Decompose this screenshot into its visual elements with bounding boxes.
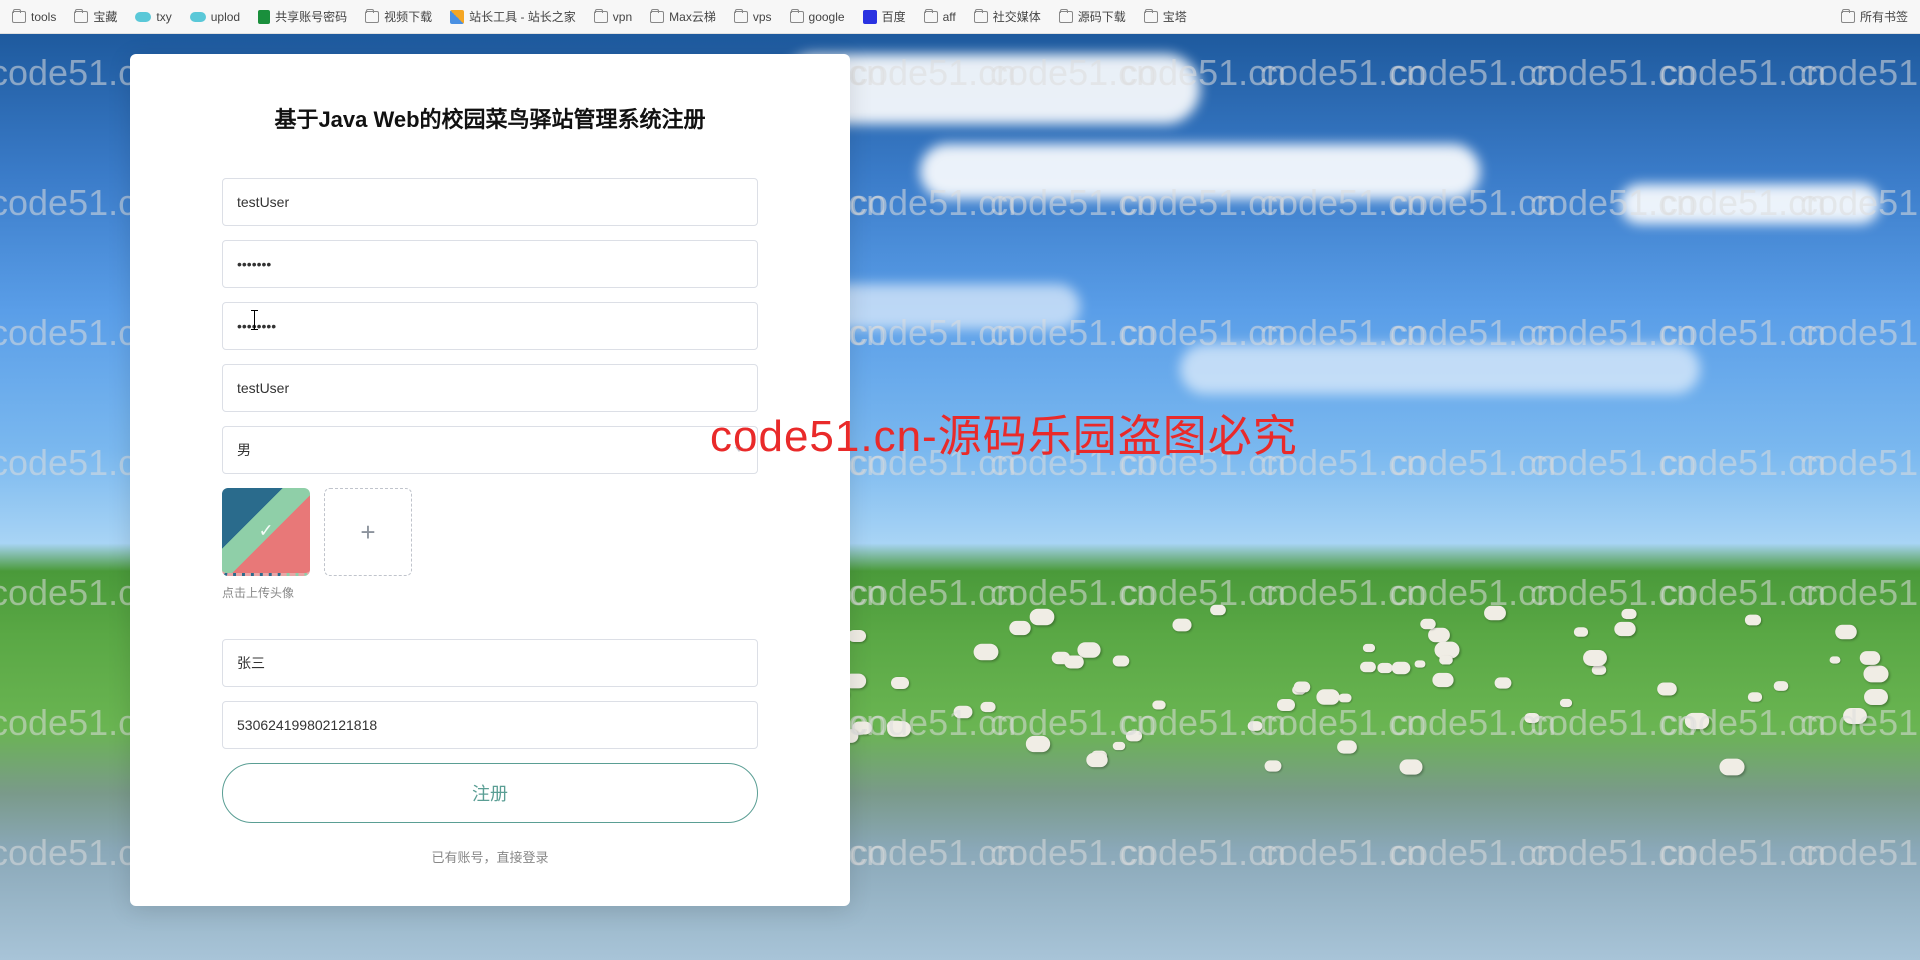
bookmark-bar: tools 宝藏 txy uplod 共享账号密码 视频下载 站长工具 - 站长… [0, 0, 1920, 34]
bookmark-label: tools [31, 10, 56, 24]
register-button[interactable]: 注册 [222, 763, 758, 823]
idcard-input[interactable] [222, 701, 758, 749]
doc-icon [258, 10, 270, 24]
folder-icon [74, 11, 88, 23]
bookmark-label: 所有书签 [1860, 8, 1908, 25]
bookmark-label: 源码下载 [1078, 8, 1126, 25]
avatar-upload-row: + [222, 488, 758, 576]
bookmark-label: aff [943, 10, 956, 24]
register-form: 基于Java Web的校园菜鸟驿站管理系统注册 男 + 点击上传头像 注册 已有… [130, 54, 850, 906]
bookmark-aff[interactable]: aff [924, 10, 956, 24]
bookmark-baozang[interactable]: 宝藏 [74, 8, 117, 25]
bookmark-label: txy [156, 10, 171, 24]
form-title: 基于Java Web的校园菜鸟驿站管理系统注册 [222, 102, 758, 134]
site-icon [450, 10, 464, 24]
bookmark-social[interactable]: 社交媒体 [974, 8, 1041, 25]
avatar-add-button[interactable]: + [324, 488, 412, 576]
password-input[interactable] [222, 240, 758, 288]
gender-select[interactable]: 男 [222, 426, 758, 474]
text-cursor-icon [254, 310, 255, 330]
plus-icon: + [360, 517, 375, 548]
bookmark-zhanzhang[interactable]: 站长工具 - 站长之家 [450, 8, 576, 25]
bookmark-txy[interactable]: txy [135, 10, 171, 24]
folder-icon [12, 11, 26, 23]
login-link[interactable]: 已有账号，直接登录 [222, 847, 758, 866]
cloud-icon [190, 12, 206, 22]
bookmark-label: google [809, 10, 845, 24]
bookmark-google[interactable]: google [790, 10, 845, 24]
folder-icon [594, 11, 608, 23]
bookmark-vpn[interactable]: vpn [594, 10, 632, 24]
bookmark-label: Max云梯 [669, 8, 716, 25]
bookmark-label: uplod [211, 10, 240, 24]
bookmark-label: 视频下载 [384, 8, 432, 25]
bookmark-label: vps [753, 10, 772, 24]
bookmark-label: 百度 [882, 8, 906, 25]
bookmark-label: 共享账号密码 [275, 8, 347, 25]
username-input[interactable] [222, 178, 758, 226]
folder-icon [924, 11, 938, 23]
baidu-icon [863, 10, 877, 24]
bookmark-uplod[interactable]: uplod [190, 10, 240, 24]
folder-icon [790, 11, 804, 23]
folder-icon [650, 11, 664, 23]
bookmark-video[interactable]: 视频下载 [365, 8, 432, 25]
bookmark-label: 宝塔 [1163, 8, 1187, 25]
chevron-down-icon [735, 447, 743, 452]
bookmark-max[interactable]: Max云梯 [650, 8, 716, 25]
bookmark-label: 社交媒体 [993, 8, 1041, 25]
bookmark-tools[interactable]: tools [12, 10, 56, 24]
folder-icon [365, 11, 379, 23]
bookmark-source[interactable]: 源码下载 [1059, 8, 1126, 25]
bookmark-baota[interactable]: 宝塔 [1144, 8, 1187, 25]
folder-icon [734, 11, 748, 23]
folder-icon [1841, 11, 1855, 23]
bookmark-shared[interactable]: 共享账号密码 [258, 8, 347, 25]
folder-icon [1059, 11, 1073, 23]
realname-input[interactable] [222, 639, 758, 687]
bookmark-label: vpn [613, 10, 632, 24]
gender-value: 男 [237, 440, 251, 460]
bookmark-baidu[interactable]: 百度 [863, 8, 906, 25]
confirm-password-input[interactable] [222, 302, 758, 350]
cloud-icon [135, 12, 151, 22]
folder-icon [1144, 11, 1158, 23]
bookmark-vps[interactable]: vps [734, 10, 772, 24]
avatar-preview[interactable] [222, 488, 310, 576]
nickname-input[interactable] [222, 364, 758, 412]
bookmark-label: 站长工具 - 站长之家 [469, 8, 576, 25]
upload-hint: 点击上传头像 [222, 584, 758, 601]
bookmark-all[interactable]: 所有书签 [1841, 8, 1908, 25]
bookmark-label: 宝藏 [93, 8, 117, 25]
folder-icon [974, 11, 988, 23]
